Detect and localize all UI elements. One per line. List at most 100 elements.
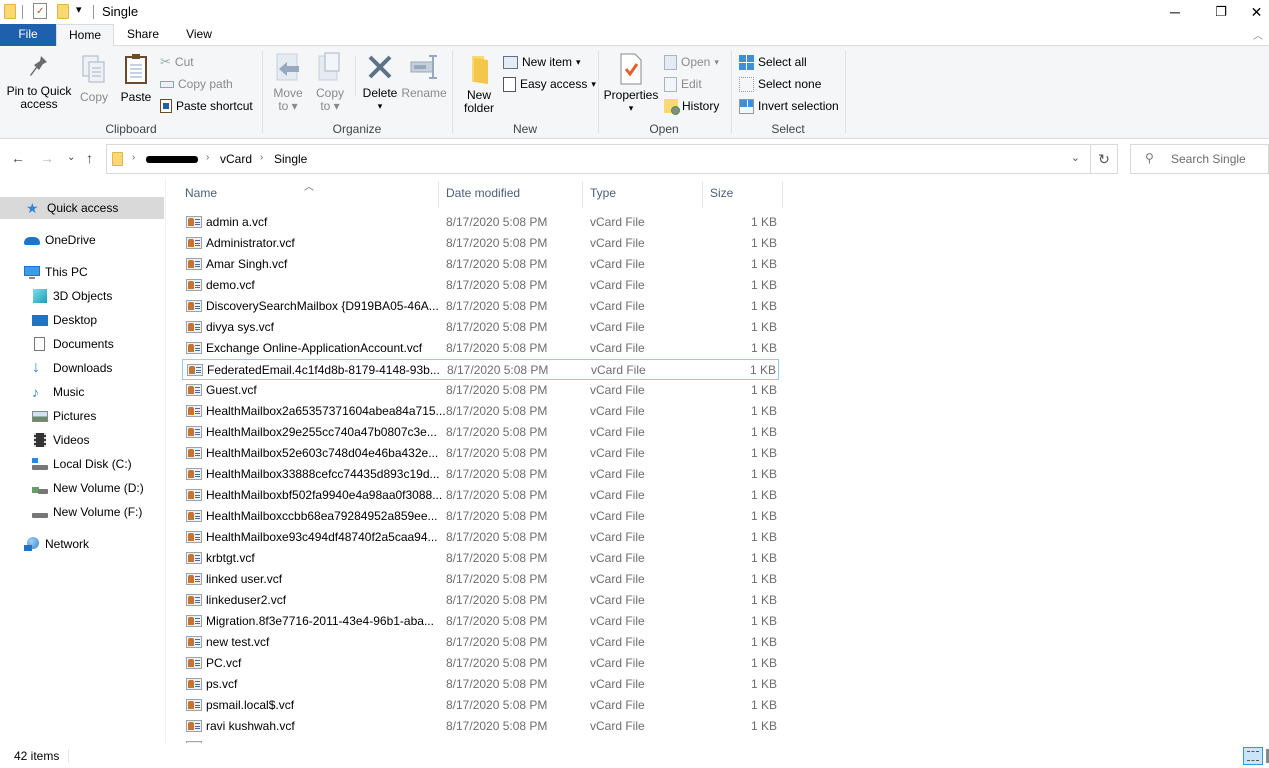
- file-row[interactable]: Amar Singh.vcf 8/17/2020 5:08 PM vCard Fil…: [182, 254, 779, 275]
- copy-to-button[interactable]: Copy to ▾: [312, 52, 348, 113]
- open-button[interactable]: Open ▾: [664, 53, 719, 71]
- address-bar[interactable]: › › vCard › Single ⌄: [106, 144, 1091, 174]
- file-row[interactable]: HealthMailboxe93c494df48740f2a5caa94... 8…: [182, 527, 779, 548]
- file-row[interactable]: HealthMailbox33888cefcc74435d893c19d... 8…: [182, 464, 779, 485]
- breadcrumb-single[interactable]: Single: [274, 152, 307, 166]
- nav-documents[interactable]: Documents: [0, 333, 164, 355]
- pin-to-quick-access-button[interactable]: Pin to Quick access: [6, 52, 72, 111]
- file-row[interactable]: divya sys.vcf 8/17/2020 5:08 PM vCard File…: [182, 317, 779, 338]
- close-button[interactable]: ✕: [1244, 0, 1269, 24]
- nav-quick-access[interactable]: ★ Quick access: [0, 197, 164, 219]
- tab-file[interactable]: File: [0, 24, 56, 46]
- easy-access-button[interactable]: Easy access ▾: [503, 75, 596, 93]
- column-divider[interactable]: [582, 182, 583, 208]
- copy-path-button[interactable]: Copy path: [160, 75, 233, 93]
- file-type: vCard File: [590, 383, 645, 397]
- file-row[interactable]: Administrator.vcf 8/17/2020 5:08 PM vCard …: [182, 233, 779, 254]
- file-row[interactable]: Guest.vcf 8/17/2020 5:08 PM vCard File 1 KB: [182, 380, 779, 401]
- file-row[interactable]: linkeduser2.vcf 8/17/2020 5:08 PM vCard Fi…: [182, 590, 779, 611]
- refresh-icon: ↻: [1098, 150, 1110, 167]
- column-header-date-modified[interactable]: Date modified: [446, 186, 520, 200]
- clipboard-icon: [125, 54, 147, 84]
- forward-button[interactable]: →: [40, 150, 54, 166]
- copy-button[interactable]: Copy: [78, 52, 110, 104]
- paste-button[interactable]: Paste: [119, 52, 153, 104]
- nav-new-volume-d[interactable]: New Volume (D:): [0, 477, 164, 499]
- address-history-dropdown[interactable]: ⌄: [1071, 151, 1080, 164]
- details-view-button[interactable]: [1243, 747, 1263, 765]
- nav-videos[interactable]: Videos: [0, 429, 164, 451]
- file-row[interactable]: HealthMailbox52e603c748d04e46ba432e... 8/…: [182, 443, 779, 464]
- column-header-size[interactable]: Size: [710, 186, 733, 200]
- properties-icon: [620, 53, 642, 85]
- nav-downloads[interactable]: ↓ Downloads: [0, 357, 164, 379]
- delete-button[interactable]: Delete ▾: [360, 52, 400, 113]
- tab-view[interactable]: View: [176, 24, 222, 46]
- file-name: HealthMailbox29e255cc740a47b0807c3e...: [206, 425, 437, 439]
- column-header-name[interactable]: Name: [185, 186, 217, 200]
- file-row[interactable]: Migration.8f3e7716-2011-43e4-96b1-aba...…: [182, 611, 779, 632]
- customize-quick-access-icon[interactable]: ▾: [76, 3, 82, 16]
- file-row[interactable]: DiscoverySearchMailbox {D919BA05-46A... 8…: [182, 296, 779, 317]
- column-divider[interactable]: [438, 182, 439, 208]
- new-folder-button[interactable]: New folder: [460, 52, 498, 115]
- file-row[interactable]: linked user.vcf 8/17/2020 5:08 PM vCard Fi…: [182, 569, 779, 590]
- vcard-file-icon: [186, 615, 202, 627]
- properties-quick-icon[interactable]: ✓: [33, 3, 47, 19]
- cut-button[interactable]: ✂ Cut: [160, 53, 194, 71]
- select-none-button[interactable]: Select none: [739, 75, 821, 93]
- file-row[interactable]: PC.vcf 8/17/2020 5:08 PM vCard File 1 KB: [182, 653, 779, 674]
- nav-3d-objects[interactable]: 3D Objects: [0, 285, 164, 307]
- file-row[interactable]: ps.vcf 8/17/2020 5:08 PM vCard File 1 KB: [182, 674, 779, 695]
- invert-selection-button[interactable]: Invert selection: [739, 97, 839, 115]
- move-to-button[interactable]: Move to ▾: [270, 52, 306, 113]
- new-item-button[interactable]: New item ▾: [503, 53, 581, 71]
- recent-locations-button[interactable]: ⌄: [67, 152, 75, 163]
- column-divider[interactable]: [702, 182, 703, 208]
- file-row[interactable]: HealthMailboxbf502fa9940e4a98aa0f3088...…: [182, 485, 779, 506]
- tab-share[interactable]: Share: [118, 24, 168, 46]
- file-row[interactable]: FederatedEmail.4c1f4d8b-8179-4148-93b...…: [182, 359, 779, 380]
- history-button[interactable]: History: [664, 97, 719, 115]
- file-row[interactable]: psmail.local$.vcf 8/17/2020 5:08 PM vCard …: [182, 695, 779, 716]
- file-size: 1 KB: [750, 320, 777, 334]
- rename-button[interactable]: Rename: [401, 52, 447, 100]
- file-date-modified: 8/17/2020 5:08 PM: [446, 656, 548, 670]
- properties-button[interactable]: Properties ▾: [603, 52, 659, 115]
- file-row[interactable]: krbtgt.vcf 8/17/2020 5:08 PM vCard File 1 K…: [182, 548, 779, 569]
- back-button[interactable]: ←: [11, 150, 25, 166]
- nav-onedrive[interactable]: OneDrive: [0, 229, 164, 251]
- nav-pictures[interactable]: Pictures: [0, 405, 164, 427]
- paste-shortcut-button[interactable]: Paste shortcut: [160, 97, 253, 115]
- column-divider[interactable]: [782, 182, 783, 208]
- refresh-button[interactable]: ↻: [1090, 144, 1118, 174]
- edit-button[interactable]: Edit: [664, 75, 702, 93]
- file-row[interactable]: new test.vcf 8/17/2020 5:08 PM vCard File 1…: [182, 632, 779, 653]
- collapse-ribbon-icon[interactable]: ︿: [1253, 27, 1263, 42]
- file-row[interactable]: demo.vcf 8/17/2020 5:08 PM vCard File 1 KB: [182, 275, 779, 296]
- nav-new-volume-f[interactable]: New Volume (F:): [0, 501, 164, 523]
- breadcrumb-vcard[interactable]: vCard: [220, 152, 252, 166]
- file-row[interactable]: HealthMailbox2a65357371604abea84a715... 8…: [182, 401, 779, 422]
- restore-button[interactable]: ❐: [1198, 0, 1244, 24]
- select-all-button[interactable]: Select all: [739, 53, 807, 71]
- minimize-button[interactable]: ─: [1152, 0, 1198, 24]
- nav-music[interactable]: ♪ Music: [0, 381, 164, 403]
- nav-network[interactable]: Network: [0, 533, 164, 555]
- file-row[interactable]: Exchange Online-ApplicationAccount.vcf 8/…: [182, 338, 779, 359]
- new-folder-quick-icon[interactable]: [57, 4, 69, 19]
- file-date-modified: 8/17/2020 5:08 PM: [446, 677, 548, 691]
- up-button[interactable]: ↑: [86, 150, 93, 166]
- tab-home[interactable]: Home: [56, 24, 114, 47]
- file-row[interactable]: ravi kushwah.vcf 8/17/2020 5:08 PM vCard F…: [182, 716, 779, 737]
- search-input[interactable]: ⚲ Search Single: [1130, 144, 1269, 174]
- column-header-type[interactable]: Type: [590, 186, 616, 200]
- nav-desktop[interactable]: Desktop: [0, 309, 164, 331]
- breadcrumb-redacted[interactable]: [146, 156, 198, 163]
- file-row[interactable]: admin a.vcf 8/17/2020 5:08 PM vCard File 1 …: [182, 212, 779, 233]
- easy-access-icon: [503, 76, 516, 92]
- nav-local-disk-c[interactable]: Local Disk (C:): [0, 453, 164, 475]
- file-row[interactable]: HealthMailboxccbb68ea79284952a859ee... 8/…: [182, 506, 779, 527]
- file-row[interactable]: HealthMailbox29e255cc740a47b0807c3e... 8/…: [182, 422, 779, 443]
- nav-this-pc[interactable]: This PC: [0, 261, 164, 283]
